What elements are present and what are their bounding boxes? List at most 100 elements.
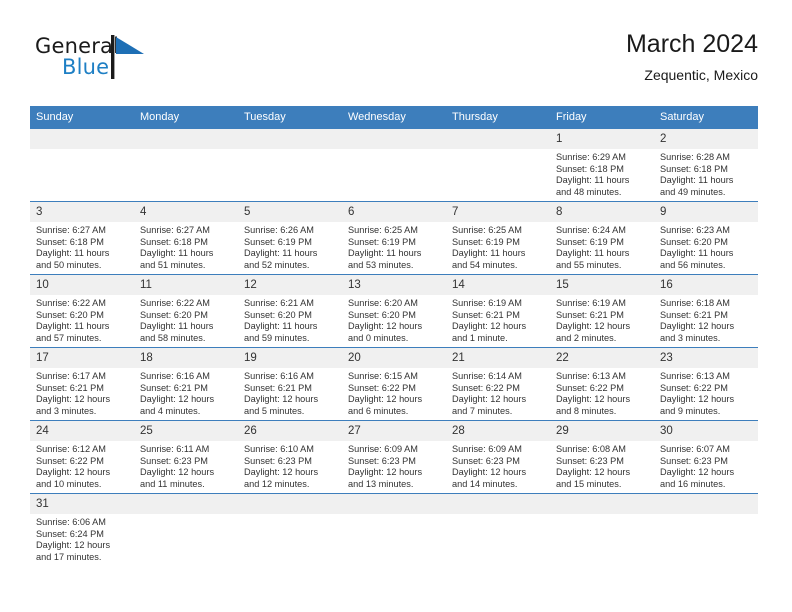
calendar-day-cell[interactable]: 19 Sunrise: 6:16 AM Sunset: 6:21 PM Dayligh…: [238, 347, 342, 421]
day-details: Sunrise: 6:22 AM Sunset: 6:20 PM Daylight:…: [134, 295, 238, 344]
daylight-text-line1: Daylight: 12 hours: [244, 394, 319, 405]
sunrise-text: Sunrise: 6:12 AM: [36, 444, 106, 454]
calendar-day-cell[interactable]: 31 Sunrise: 6:06 AM Sunset: 6:24 PM Dayligh…: [30, 493, 134, 572]
sunrise-text: Sunrise: 6:25 AM: [452, 225, 522, 235]
calendar-day-cell-empty: [134, 129, 238, 202]
calendar-day-cell[interactable]: 9 Sunrise: 6:23 AM Sunset: 6:20 PM Daylight…: [654, 201, 758, 275]
day-details: Sunrise: 6:09 AM Sunset: 6:23 PM Daylight:…: [446, 441, 550, 490]
day-number: [134, 494, 238, 514]
sunset-text: Sunset: 6:21 PM: [452, 309, 520, 320]
day-details: Sunrise: 6:16 AM Sunset: 6:21 PM Daylight:…: [238, 368, 342, 417]
calendar-day-cell[interactable]: 15 Sunrise: 6:19 AM Sunset: 6:21 PM Dayligh…: [550, 274, 654, 348]
calendar-day-cell-empty: [134, 493, 238, 572]
calendar-day-cell[interactable]: 1 Sunrise: 6:29 AM Sunset: 6:18 PM Daylight…: [550, 129, 654, 202]
sunrise-text: Sunrise: 6:22 AM: [140, 298, 210, 308]
sunrise-text: Sunrise: 6:08 AM: [556, 444, 626, 454]
daylight-text-line2: and 16 minutes.: [660, 478, 726, 489]
daylight-text-line2: and 52 minutes.: [244, 259, 310, 270]
calendar-day-cell[interactable]: 8 Sunrise: 6:24 AM Sunset: 6:19 PM Daylight…: [550, 201, 654, 275]
calendar-day-cell[interactable]: 24 Sunrise: 6:12 AM Sunset: 6:22 PM Dayligh…: [30, 420, 134, 494]
sunset-text: Sunset: 6:18 PM: [140, 236, 208, 247]
daylight-text-line1: Daylight: 12 hours: [660, 467, 735, 478]
sunrise-text: Sunrise: 6:07 AM: [660, 444, 730, 454]
sunrise-text: Sunrise: 6:13 AM: [660, 371, 730, 381]
daylight-text-line2: and 0 minutes.: [348, 332, 409, 343]
calendar-day-cell[interactable]: 22 Sunrise: 6:13 AM Sunset: 6:22 PM Dayligh…: [550, 347, 654, 421]
calendar-day-cell[interactable]: 23 Sunrise: 6:13 AM Sunset: 6:22 PM Dayligh…: [654, 347, 758, 421]
calendar-day-cell[interactable]: 13 Sunrise: 6:20 AM Sunset: 6:20 PM Dayligh…: [342, 274, 446, 348]
sunset-text: Sunset: 6:20 PM: [244, 309, 312, 320]
daylight-text-line2: and 1 minute.: [452, 332, 508, 343]
calendar-day-cell[interactable]: 30 Sunrise: 6:07 AM Sunset: 6:23 PM Dayligh…: [654, 420, 758, 494]
calendar-day-cell[interactable]: 21 Sunrise: 6:14 AM Sunset: 6:22 PM Dayligh…: [446, 347, 550, 421]
calendar-day-cell[interactable]: 25 Sunrise: 6:11 AM Sunset: 6:23 PM Dayligh…: [134, 420, 238, 494]
sunset-text: Sunset: 6:23 PM: [348, 455, 416, 466]
sunset-text: Sunset: 6:22 PM: [660, 382, 728, 393]
calendar-day-cell[interactable]: 6 Sunrise: 6:25 AM Sunset: 6:19 PM Daylight…: [342, 201, 446, 275]
calendar-page: General Blue March 2024 Zequentic, Mexic…: [0, 0, 792, 612]
sunset-text: Sunset: 6:18 PM: [556, 163, 624, 174]
sunset-text: Sunset: 6:18 PM: [660, 163, 728, 174]
calendar-day-cell[interactable]: 12 Sunrise: 6:21 AM Sunset: 6:20 PM Dayligh…: [238, 274, 342, 348]
calendar-day-cell[interactable]: 14 Sunrise: 6:19 AM Sunset: 6:21 PM Dayligh…: [446, 274, 550, 348]
calendar-day-cell[interactable]: 28 Sunrise: 6:09 AM Sunset: 6:23 PM Dayligh…: [446, 420, 550, 494]
daylight-text-line2: and 5 minutes.: [244, 405, 305, 416]
calendar-day-cell[interactable]: 7 Sunrise: 6:25 AM Sunset: 6:19 PM Daylight…: [446, 201, 550, 275]
daylight-text-line2: and 48 minutes.: [556, 186, 622, 197]
calendar-day-cell[interactable]: 20 Sunrise: 6:15 AM Sunset: 6:22 PM Dayligh…: [342, 347, 446, 421]
day-number: [446, 494, 550, 514]
sunrise-text: Sunrise: 6:28 AM: [660, 152, 730, 162]
daylight-text-line1: Daylight: 12 hours: [452, 321, 527, 332]
day-details: Sunrise: 6:06 AM Sunset: 6:24 PM Daylight:…: [30, 514, 134, 563]
daylight-text-line1: Daylight: 11 hours: [660, 248, 734, 259]
sunset-text: Sunset: 6:23 PM: [140, 455, 208, 466]
daylight-text-line1: Daylight: 12 hours: [660, 321, 735, 332]
daylight-text-line1: Daylight: 12 hours: [36, 540, 111, 551]
calendar-day-cell[interactable]: 18 Sunrise: 6:16 AM Sunset: 6:21 PM Dayligh…: [134, 347, 238, 421]
day-details: Sunrise: 6:24 AM Sunset: 6:19 PM Daylight:…: [550, 222, 654, 271]
day-details: Sunrise: 6:15 AM Sunset: 6:22 PM Daylight:…: [342, 368, 446, 417]
daylight-text-line2: and 4 minutes.: [140, 405, 201, 416]
daylight-text-line1: Daylight: 12 hours: [348, 467, 423, 478]
day-number: 11: [134, 275, 238, 295]
day-number: [550, 494, 654, 514]
day-details: Sunrise: 6:08 AM Sunset: 6:23 PM Daylight:…: [550, 441, 654, 490]
daylight-text-line1: Daylight: 12 hours: [556, 321, 631, 332]
calendar-day-cell[interactable]: 10 Sunrise: 6:22 AM Sunset: 6:20 PM Dayligh…: [30, 274, 134, 348]
sunset-text: Sunset: 6:21 PM: [556, 309, 624, 320]
day-number: 1: [550, 129, 654, 149]
daylight-text-line1: Daylight: 12 hours: [36, 394, 111, 405]
calendar-day-cell[interactable]: 5 Sunrise: 6:26 AM Sunset: 6:19 PM Daylight…: [238, 201, 342, 275]
daylight-text-line1: Daylight: 12 hours: [556, 467, 631, 478]
calendar-day-cell[interactable]: 3 Sunrise: 6:27 AM Sunset: 6:18 PM Daylight…: [30, 201, 134, 275]
calendar-day-cell[interactable]: 11 Sunrise: 6:22 AM Sunset: 6:20 PM Dayligh…: [134, 274, 238, 348]
calendar-week-row: 1 Sunrise: 6:29 AM Sunset: 6:18 PM Daylight…: [30, 129, 758, 202]
calendar-day-cell[interactable]: 17 Sunrise: 6:17 AM Sunset: 6:21 PM Dayligh…: [30, 347, 134, 421]
day-number: 31: [30, 494, 134, 514]
sunset-text: Sunset: 6:21 PM: [244, 382, 312, 393]
calendar-day-cell[interactable]: 26 Sunrise: 6:10 AM Sunset: 6:23 PM Dayligh…: [238, 420, 342, 494]
daylight-text-line1: Daylight: 12 hours: [660, 394, 735, 405]
day-details: Sunrise: 6:07 AM Sunset: 6:23 PM Daylight:…: [654, 441, 758, 490]
daylight-text-line2: and 10 minutes.: [36, 478, 102, 489]
calendar-day-cell[interactable]: 2 Sunrise: 6:28 AM Sunset: 6:18 PM Daylight…: [654, 129, 758, 202]
calendar-day-cell[interactable]: 4 Sunrise: 6:27 AM Sunset: 6:18 PM Daylight…: [134, 201, 238, 275]
sunrise-text: Sunrise: 6:29 AM: [556, 152, 626, 162]
daylight-text-line1: Daylight: 12 hours: [452, 394, 527, 405]
day-details: Sunrise: 6:14 AM Sunset: 6:22 PM Daylight:…: [446, 368, 550, 417]
calendar-day-cell[interactable]: 16 Sunrise: 6:18 AM Sunset: 6:21 PM Dayligh…: [654, 274, 758, 348]
title-block: March 2024 Zequentic, Mexico: [626, 28, 758, 85]
calendar-table: Sunday Monday Tuesday Wednesday Thursday…: [30, 106, 758, 572]
day-number: 20: [342, 348, 446, 368]
brand-logo[interactable]: General Blue: [35, 34, 195, 90]
sunset-text: Sunset: 6:21 PM: [140, 382, 208, 393]
calendar-day-cell[interactable]: 27 Sunrise: 6:09 AM Sunset: 6:23 PM Dayligh…: [342, 420, 446, 494]
daylight-text-line1: Daylight: 11 hours: [348, 248, 422, 259]
sunrise-text: Sunrise: 6:24 AM: [556, 225, 626, 235]
calendar-day-cell[interactable]: 29 Sunrise: 6:08 AM Sunset: 6:23 PM Dayligh…: [550, 420, 654, 494]
sunset-text: Sunset: 6:23 PM: [244, 455, 312, 466]
sunset-text: Sunset: 6:23 PM: [452, 455, 520, 466]
daylight-text-line1: Daylight: 12 hours: [244, 467, 319, 478]
day-details: Sunrise: 6:22 AM Sunset: 6:20 PM Daylight:…: [30, 295, 134, 344]
daylight-text-line2: and 51 minutes.: [140, 259, 206, 270]
